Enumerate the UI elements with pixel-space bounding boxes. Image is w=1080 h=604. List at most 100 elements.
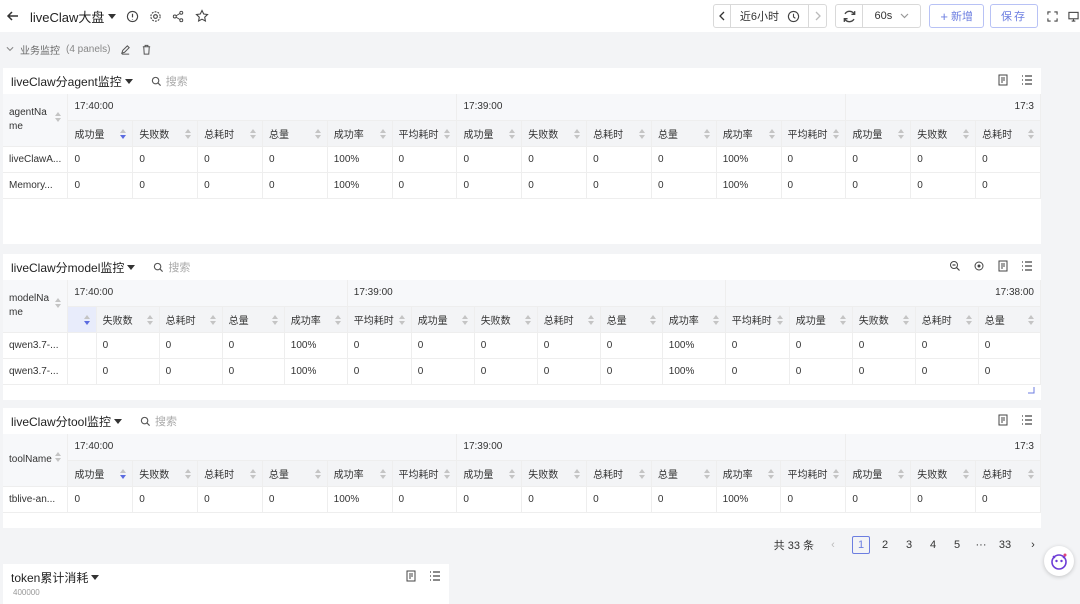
save-button[interactable]: 保存 xyxy=(990,4,1038,28)
sort-icon[interactable] xyxy=(524,314,531,325)
column-header[interactable]: 平均耗时 xyxy=(392,460,458,487)
export-icon[interactable] xyxy=(405,570,417,582)
list-menu-icon[interactable] xyxy=(1021,414,1033,426)
sort-icon[interactable] xyxy=(768,468,775,479)
page-number-button[interactable]: 5 xyxy=(948,536,966,554)
row-group-header[interactable]: 业务监控 (4 panels) xyxy=(0,40,152,58)
sort-icon[interactable] xyxy=(146,314,153,325)
table-row[interactable]: qwen3.7-... 0 0 0 100% 0 0 0 0 0 100% 0 0 0 0 0 xyxy=(3,358,1041,385)
column-header[interactable]: 成功率 xyxy=(327,460,393,487)
column-header[interactable]: 成功量 xyxy=(411,306,475,333)
add-button[interactable]: + 新增 xyxy=(929,4,984,28)
sort-icon[interactable] xyxy=(55,452,62,462)
table-row[interactable]: Memory... 0 0 0 0 100% 0 0 0 0 0 100% 0 0 0 0 xyxy=(3,172,1041,199)
page-number-button[interactable]: 4 xyxy=(924,536,942,554)
sort-icon[interactable] xyxy=(185,468,192,479)
page-number-button[interactable]: 33 xyxy=(996,536,1014,554)
sort-icon[interactable] xyxy=(965,314,972,325)
column-header[interactable]: 总耗时 xyxy=(975,460,1041,487)
dimension-header[interactable]: toolName xyxy=(3,434,69,487)
zoom-search-icon[interactable] xyxy=(949,260,961,272)
page-ellipsis[interactable]: ··· xyxy=(972,536,990,554)
tv-mode-icon[interactable] xyxy=(1066,11,1080,22)
sort-icon[interactable] xyxy=(509,128,516,139)
settings-gear-icon[interactable] xyxy=(149,10,162,23)
sort-icon[interactable] xyxy=(120,468,127,479)
sort-icon[interactable] xyxy=(444,468,451,479)
sort-icon[interactable] xyxy=(963,468,970,479)
sort-icon[interactable] xyxy=(574,128,581,139)
column-header[interactable]: 总耗时 xyxy=(586,120,652,147)
refresh-button[interactable] xyxy=(835,4,864,28)
panel-menu-icon[interactable] xyxy=(127,264,136,270)
target-icon[interactable] xyxy=(973,260,985,272)
dimension-header[interactable]: agentName xyxy=(3,94,69,147)
column-header[interactable]: 成功量 xyxy=(845,460,912,487)
column-header[interactable]: 平均耗时 xyxy=(725,306,790,333)
edit-pencil-icon[interactable] xyxy=(120,44,131,55)
next-page-icon[interactable]: › xyxy=(1024,536,1042,554)
sort-icon[interactable] xyxy=(398,314,405,325)
sort-icon[interactable] xyxy=(83,314,90,325)
sort-icon[interactable] xyxy=(649,314,656,325)
row-dimension-cell[interactable]: qwen3.7-... xyxy=(3,358,69,385)
export-icon[interactable] xyxy=(997,260,1009,272)
sort-icon[interactable] xyxy=(379,128,386,139)
fullscreen-icon[interactable] xyxy=(1044,10,1060,22)
sort-icon[interactable] xyxy=(461,314,468,325)
sort-icon[interactable] xyxy=(768,128,775,139)
sort-icon[interactable] xyxy=(314,468,321,479)
column-header[interactable]: 成功率 xyxy=(716,460,782,487)
column-header[interactable]: 成功率 xyxy=(662,306,726,333)
sort-icon[interactable] xyxy=(249,128,256,139)
star-favorite-icon[interactable] xyxy=(195,9,210,23)
list-menu-icon[interactable] xyxy=(429,570,441,582)
table-row[interactable]: tblive-an... 0 0 0 0 100% 0 0 0 0 0 100% 0 0 0 0 xyxy=(3,486,1041,513)
export-icon[interactable] xyxy=(997,74,1009,86)
page-number-button[interactable]: 2 xyxy=(876,536,894,554)
sort-icon[interactable] xyxy=(638,468,645,479)
sort-icon[interactable] xyxy=(638,128,645,139)
column-header[interactable]: 总量 xyxy=(262,120,328,147)
sort-icon[interactable] xyxy=(209,314,216,325)
column-header[interactable]: 总耗时 xyxy=(975,120,1041,147)
panel-search[interactable]: 搜索 xyxy=(153,259,190,275)
sort-icon[interactable] xyxy=(574,468,581,479)
sort-icon[interactable] xyxy=(314,128,321,139)
column-header[interactable]: 成功率 xyxy=(327,120,393,147)
export-icon[interactable] xyxy=(997,414,1009,426)
row-dimension-cell[interactable]: liveClawA... xyxy=(3,146,69,173)
panel-search[interactable]: 搜索 xyxy=(151,73,188,89)
back-arrow-icon[interactable] xyxy=(6,9,20,23)
sort-icon[interactable] xyxy=(120,128,127,139)
sort-icon[interactable] xyxy=(963,128,970,139)
column-header[interactable]: 总耗时 xyxy=(197,460,263,487)
sort-icon[interactable] xyxy=(55,298,62,308)
sort-icon[interactable] xyxy=(1028,314,1034,325)
sort-icon[interactable] xyxy=(703,128,710,139)
panel-menu-icon[interactable] xyxy=(114,418,123,424)
list-menu-icon[interactable] xyxy=(1021,74,1033,86)
column-header[interactable]: 总量 xyxy=(651,460,717,487)
sort-icon[interactable] xyxy=(833,468,840,479)
delete-trash-icon[interactable] xyxy=(141,44,152,55)
time-next-button[interactable] xyxy=(809,4,828,28)
dimension-header[interactable]: modelName xyxy=(3,280,69,333)
column-header[interactable] xyxy=(67,306,97,333)
sort-icon[interactable] xyxy=(902,314,909,325)
sort-icon[interactable] xyxy=(1028,128,1034,139)
column-header[interactable]: 失败数 xyxy=(852,306,916,333)
panel-title[interactable]: liveClaw分agent监控 xyxy=(11,73,133,90)
column-header[interactable]: 失败数 xyxy=(474,306,538,333)
list-menu-icon[interactable] xyxy=(1021,260,1033,272)
panel-menu-icon[interactable] xyxy=(91,574,100,580)
share-icon[interactable] xyxy=(172,10,185,23)
info-icon[interactable] xyxy=(126,10,139,23)
sort-icon[interactable] xyxy=(444,128,451,139)
sort-icon[interactable] xyxy=(509,468,516,479)
column-header[interactable]: 平均耗时 xyxy=(347,306,412,333)
panel-title[interactable]: liveClaw分model监控 xyxy=(11,259,136,276)
sort-icon[interactable] xyxy=(833,128,840,139)
column-header[interactable]: 失败数 xyxy=(521,460,588,487)
column-header[interactable]: 失败数 xyxy=(96,306,160,333)
